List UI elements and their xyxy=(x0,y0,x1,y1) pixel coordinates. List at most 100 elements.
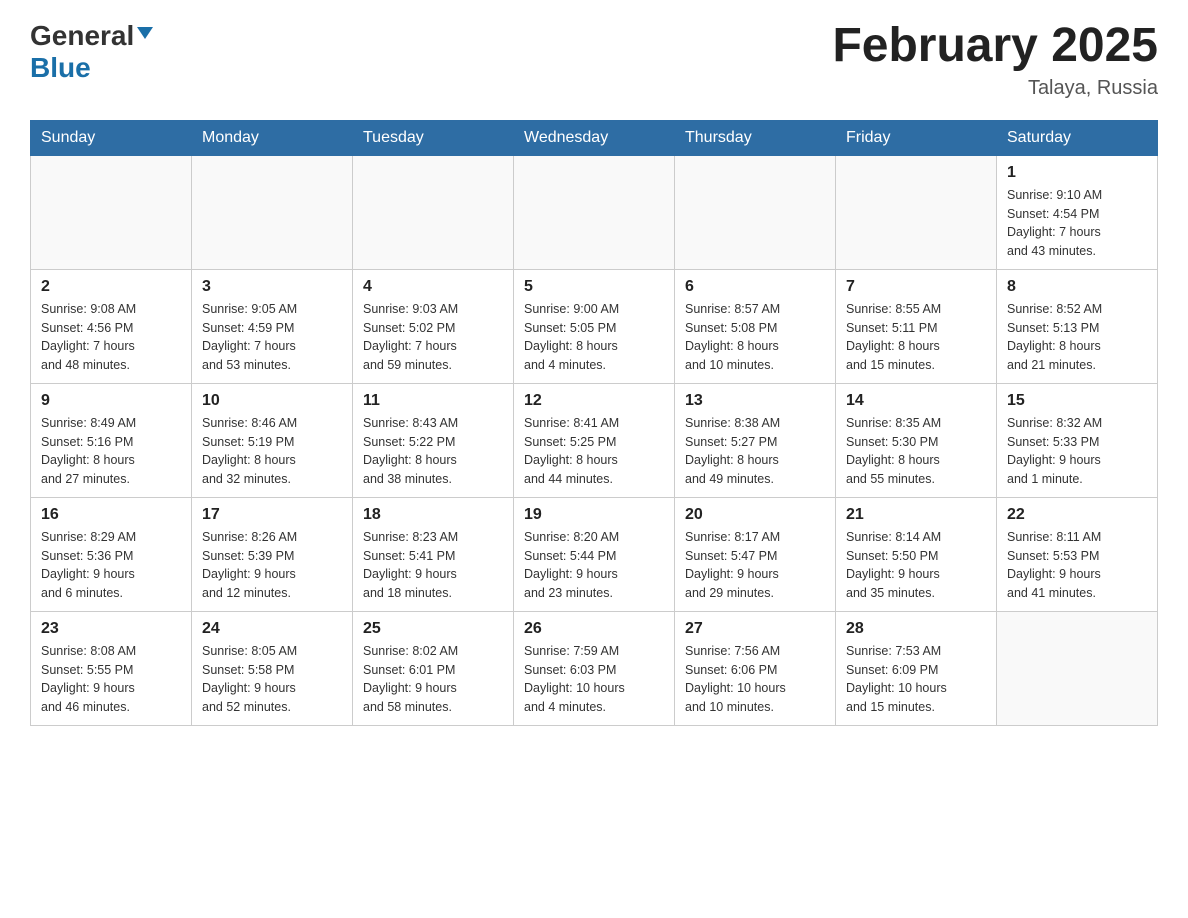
day-number: 24 xyxy=(202,620,342,638)
day-number: 18 xyxy=(363,506,503,524)
day-info: Sunrise: 8:52 AMSunset: 5:13 PMDaylight:… xyxy=(1007,300,1147,375)
col-wednesday: Wednesday xyxy=(514,120,675,155)
day-info: Sunrise: 8:02 AMSunset: 6:01 PMDaylight:… xyxy=(363,642,503,717)
day-number: 14 xyxy=(846,392,986,410)
day-info: Sunrise: 7:59 AMSunset: 6:03 PMDaylight:… xyxy=(524,642,664,717)
day-info: Sunrise: 8:17 AMSunset: 5:47 PMDaylight:… xyxy=(685,528,825,603)
day-info: Sunrise: 8:08 AMSunset: 5:55 PMDaylight:… xyxy=(41,642,181,717)
day-info: Sunrise: 8:23 AMSunset: 5:41 PMDaylight:… xyxy=(363,528,503,603)
day-info: Sunrise: 8:49 AMSunset: 5:16 PMDaylight:… xyxy=(41,414,181,489)
table-row xyxy=(514,155,675,269)
table-row: 15 Sunrise: 8:32 AMSunset: 5:33 PMDayligh… xyxy=(997,383,1158,497)
title-section: February 2025 Talaya, Russia xyxy=(832,20,1158,100)
day-number: 23 xyxy=(41,620,181,638)
day-number: 13 xyxy=(685,392,825,410)
day-number: 22 xyxy=(1007,506,1147,524)
day-number: 25 xyxy=(363,620,503,638)
day-info: Sunrise: 9:00 AMSunset: 5:05 PMDaylight:… xyxy=(524,300,664,375)
table-row: 23 Sunrise: 8:08 AMSunset: 5:55 PMDayligh… xyxy=(31,611,192,725)
day-number: 17 xyxy=(202,506,342,524)
table-row xyxy=(31,155,192,269)
table-row: 24 Sunrise: 8:05 AMSunset: 5:58 PMDayligh… xyxy=(192,611,353,725)
day-number: 12 xyxy=(524,392,664,410)
day-info: Sunrise: 8:26 AMSunset: 5:39 PMDaylight:… xyxy=(202,528,342,603)
calendar: Sunday Monday Tuesday Wednesday Thursday… xyxy=(30,120,1158,726)
day-number: 15 xyxy=(1007,392,1147,410)
calendar-week-row: 16 Sunrise: 8:29 AMSunset: 5:36 PMDayligh… xyxy=(31,497,1158,611)
day-number: 21 xyxy=(846,506,986,524)
table-row: 3 Sunrise: 9:05 AMSunset: 4:59 PMDaylight… xyxy=(192,269,353,383)
day-info: Sunrise: 7:53 AMSunset: 6:09 PMDaylight:… xyxy=(846,642,986,717)
day-number: 5 xyxy=(524,278,664,296)
day-number: 20 xyxy=(685,506,825,524)
col-tuesday: Tuesday xyxy=(353,120,514,155)
day-info: Sunrise: 8:14 AMSunset: 5:50 PMDaylight:… xyxy=(846,528,986,603)
day-info: Sunrise: 8:20 AMSunset: 5:44 PMDaylight:… xyxy=(524,528,664,603)
col-sunday: Sunday xyxy=(31,120,192,155)
day-number: 26 xyxy=(524,620,664,638)
table-row: 4 Sunrise: 9:03 AMSunset: 5:02 PMDaylight… xyxy=(353,269,514,383)
day-info: Sunrise: 8:57 AMSunset: 5:08 PMDaylight:… xyxy=(685,300,825,375)
calendar-week-row: 9 Sunrise: 8:49 AMSunset: 5:16 PMDaylight… xyxy=(31,383,1158,497)
table-row: 17 Sunrise: 8:26 AMSunset: 5:39 PMDayligh… xyxy=(192,497,353,611)
calendar-week-row: 2 Sunrise: 9:08 AMSunset: 4:56 PMDaylight… xyxy=(31,269,1158,383)
calendar-week-row: 1 Sunrise: 9:10 AMSunset: 4:54 PMDaylight… xyxy=(31,155,1158,269)
table-row xyxy=(836,155,997,269)
table-row: 6 Sunrise: 8:57 AMSunset: 5:08 PMDaylight… xyxy=(675,269,836,383)
day-number: 7 xyxy=(846,278,986,296)
table-row: 27 Sunrise: 7:56 AMSunset: 6:06 PMDayligh… xyxy=(675,611,836,725)
day-info: Sunrise: 8:38 AMSunset: 5:27 PMDaylight:… xyxy=(685,414,825,489)
day-number: 28 xyxy=(846,620,986,638)
table-row: 19 Sunrise: 8:20 AMSunset: 5:44 PMDayligh… xyxy=(514,497,675,611)
table-row: 26 Sunrise: 7:59 AMSunset: 6:03 PMDayligh… xyxy=(514,611,675,725)
day-info: Sunrise: 9:10 AMSunset: 4:54 PMDaylight:… xyxy=(1007,186,1147,261)
table-row: 16 Sunrise: 8:29 AMSunset: 5:36 PMDayligh… xyxy=(31,497,192,611)
col-monday: Monday xyxy=(192,120,353,155)
table-row: 22 Sunrise: 8:11 AMSunset: 5:53 PMDayligh… xyxy=(997,497,1158,611)
table-row: 18 Sunrise: 8:23 AMSunset: 5:41 PMDayligh… xyxy=(353,497,514,611)
day-info: Sunrise: 8:46 AMSunset: 5:19 PMDaylight:… xyxy=(202,414,342,489)
day-info: Sunrise: 9:03 AMSunset: 5:02 PMDaylight:… xyxy=(363,300,503,375)
day-info: Sunrise: 7:56 AMSunset: 6:06 PMDaylight:… xyxy=(685,642,825,717)
table-row: 10 Sunrise: 8:46 AMSunset: 5:19 PMDayligh… xyxy=(192,383,353,497)
day-number: 19 xyxy=(524,506,664,524)
table-row xyxy=(353,155,514,269)
day-number: 10 xyxy=(202,392,342,410)
day-info: Sunrise: 8:35 AMSunset: 5:30 PMDaylight:… xyxy=(846,414,986,489)
col-thursday: Thursday xyxy=(675,120,836,155)
table-row: 11 Sunrise: 8:43 AMSunset: 5:22 PMDayligh… xyxy=(353,383,514,497)
day-info: Sunrise: 9:08 AMSunset: 4:56 PMDaylight:… xyxy=(41,300,181,375)
day-number: 4 xyxy=(363,278,503,296)
table-row: 9 Sunrise: 8:49 AMSunset: 5:16 PMDaylight… xyxy=(31,383,192,497)
day-number: 3 xyxy=(202,278,342,296)
table-row: 12 Sunrise: 8:41 AMSunset: 5:25 PMDayligh… xyxy=(514,383,675,497)
table-row: 1 Sunrise: 9:10 AMSunset: 4:54 PMDaylight… xyxy=(997,155,1158,269)
table-row xyxy=(675,155,836,269)
day-number: 1 xyxy=(1007,164,1147,182)
day-number: 2 xyxy=(41,278,181,296)
table-row: 7 Sunrise: 8:55 AMSunset: 5:11 PMDaylight… xyxy=(836,269,997,383)
day-info: Sunrise: 8:41 AMSunset: 5:25 PMDaylight:… xyxy=(524,414,664,489)
day-number: 6 xyxy=(685,278,825,296)
day-info: Sunrise: 9:05 AMSunset: 4:59 PMDaylight:… xyxy=(202,300,342,375)
day-number: 9 xyxy=(41,392,181,410)
day-info: Sunrise: 8:32 AMSunset: 5:33 PMDaylight:… xyxy=(1007,414,1147,489)
table-row: 20 Sunrise: 8:17 AMSunset: 5:47 PMDayligh… xyxy=(675,497,836,611)
table-row xyxy=(997,611,1158,725)
day-number: 11 xyxy=(363,392,503,410)
table-row: 14 Sunrise: 8:35 AMSunset: 5:30 PMDayligh… xyxy=(836,383,997,497)
day-info: Sunrise: 8:05 AMSunset: 5:58 PMDaylight:… xyxy=(202,642,342,717)
calendar-header-row: Sunday Monday Tuesday Wednesday Thursday… xyxy=(31,120,1158,155)
day-info: Sunrise: 8:55 AMSunset: 5:11 PMDaylight:… xyxy=(846,300,986,375)
day-info: Sunrise: 8:43 AMSunset: 5:22 PMDaylight:… xyxy=(363,414,503,489)
calendar-week-row: 23 Sunrise: 8:08 AMSunset: 5:55 PMDayligh… xyxy=(31,611,1158,725)
day-info: Sunrise: 8:29 AMSunset: 5:36 PMDaylight:… xyxy=(41,528,181,603)
day-info: Sunrise: 8:11 AMSunset: 5:53 PMDaylight:… xyxy=(1007,528,1147,603)
table-row xyxy=(192,155,353,269)
day-number: 27 xyxy=(685,620,825,638)
table-row: 8Sunrise: 8:52 AMSunset: 5:13 PMDaylight… xyxy=(997,269,1158,383)
table-row: 2 Sunrise: 9:08 AMSunset: 4:56 PMDaylight… xyxy=(31,269,192,383)
table-row: 13 Sunrise: 8:38 AMSunset: 5:27 PMDayligh… xyxy=(675,383,836,497)
table-row: 25 Sunrise: 8:02 AMSunset: 6:01 PMDayligh… xyxy=(353,611,514,725)
day-number: 16 xyxy=(41,506,181,524)
